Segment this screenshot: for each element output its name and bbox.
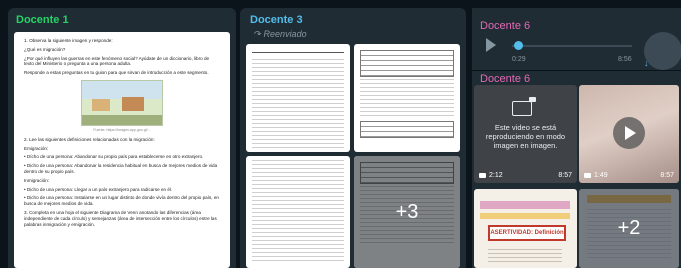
video-timestamp: 8:57 xyxy=(558,172,572,179)
question-1c: Responde a estas preguntas en tu guion p… xyxy=(24,70,209,76)
poster-subheader xyxy=(480,213,570,219)
emigration-def-1: • Dícho de una persona: Abandonar su pro… xyxy=(24,154,204,160)
picture-in-picture-icon xyxy=(512,97,536,116)
question-2: 2. Lee las siguientes definiciones relac… xyxy=(24,136,155,142)
media-tile-2[interactable] xyxy=(354,44,460,152)
sender-name[interactable]: Docente 6 xyxy=(480,73,530,85)
microphone-icon: ↓ xyxy=(644,58,649,68)
document-text: 1. Observa la siguiente imagen y respond… xyxy=(14,32,230,236)
play-icon[interactable] xyxy=(486,38,496,52)
video-timestamp: 8:57 xyxy=(660,172,674,179)
worksheet-preview xyxy=(246,156,350,266)
video-duration: 1:49 xyxy=(584,172,608,179)
audio-progress-knob[interactable] xyxy=(514,41,523,50)
play-circle-icon[interactable] xyxy=(613,117,645,149)
video-camera-icon xyxy=(479,172,486,178)
message-bubble-docente-1: Docente 1 1. Observa la siguiente imagen… xyxy=(8,8,236,268)
audio-message: 0:29 8:56 ↓ xyxy=(472,30,681,70)
forwarded-indicator: ↷ Reenviado xyxy=(250,29,307,40)
media-tile-3[interactable] xyxy=(246,156,350,268)
question-1a: ¿Qué es migración? xyxy=(24,46,66,52)
media-tile-1[interactable] xyxy=(246,44,350,152)
worksheet-preview xyxy=(354,44,460,144)
question-1: 1. Observa la siguiente imagen y respond… xyxy=(24,38,113,43)
poster-header xyxy=(480,201,570,209)
immigration-def-1: • Dicho de una persona: Llegar a un país… xyxy=(24,186,173,192)
emigration-def-2: • Dicho de una persona: Abandonar la res… xyxy=(24,163,218,174)
message-column-docente-6: Docente 6 0:29 8:56 ↓ Docente 6 Este vid… xyxy=(472,8,681,268)
avatar xyxy=(644,32,681,70)
poster-title: ASERTIVIDAD: Definición xyxy=(488,225,566,241)
image-tile-poster[interactable]: ASERTIVIDAD: Definición xyxy=(474,189,577,268)
immigration-title: Inmigración: xyxy=(24,177,50,183)
more-media-overlay[interactable]: +2 xyxy=(579,189,679,268)
sender-name[interactable]: Docente 3 xyxy=(250,14,303,26)
poster-text xyxy=(488,249,562,265)
document-image[interactable]: 1. Observa la siguiente imagen y respond… xyxy=(14,32,230,268)
video-tile[interactable]: 1:49 8:57 xyxy=(579,85,679,183)
image-tile[interactable]: +2 xyxy=(579,189,679,268)
pip-message: Este video se está reproduciendo en modo… xyxy=(485,123,566,150)
forwarded-label: Reenviado xyxy=(263,29,307,39)
message-bubble-docente-3: Docente 3 ↷ Reenviado +3 xyxy=(240,8,466,268)
divider xyxy=(472,70,681,71)
worksheet-preview xyxy=(246,44,350,152)
emigration-title: Emigración: xyxy=(24,145,49,151)
video-duration: 2:12 xyxy=(479,172,503,179)
forward-arrow-icon: ↷ xyxy=(253,29,261,39)
audio-duration: 8:56 xyxy=(618,56,632,63)
audio-current-time: 0:29 xyxy=(512,56,526,63)
video-camera-icon xyxy=(584,172,591,178)
immigration-def-2: • Dicho de una persona: Instalarse en un… xyxy=(24,195,219,207)
migration-illustration xyxy=(81,79,163,126)
more-media-overlay[interactable]: +3 xyxy=(354,156,460,268)
media-tile-4[interactable]: +3 xyxy=(354,156,460,268)
video-tile-pip[interactable]: Este video se está reproduciendo en modo… xyxy=(474,85,577,183)
audio-progress-track[interactable] xyxy=(512,45,632,47)
question-3: 3. Completa en una hoja el siguiente Dia… xyxy=(24,209,217,227)
sender-name[interactable]: Docente 1 xyxy=(16,14,69,26)
question-1b: ¿Por qué influyen las guerras en este fe… xyxy=(24,55,210,67)
image-caption: Fuente: https://images.app.goo.gl/... xyxy=(93,127,151,132)
